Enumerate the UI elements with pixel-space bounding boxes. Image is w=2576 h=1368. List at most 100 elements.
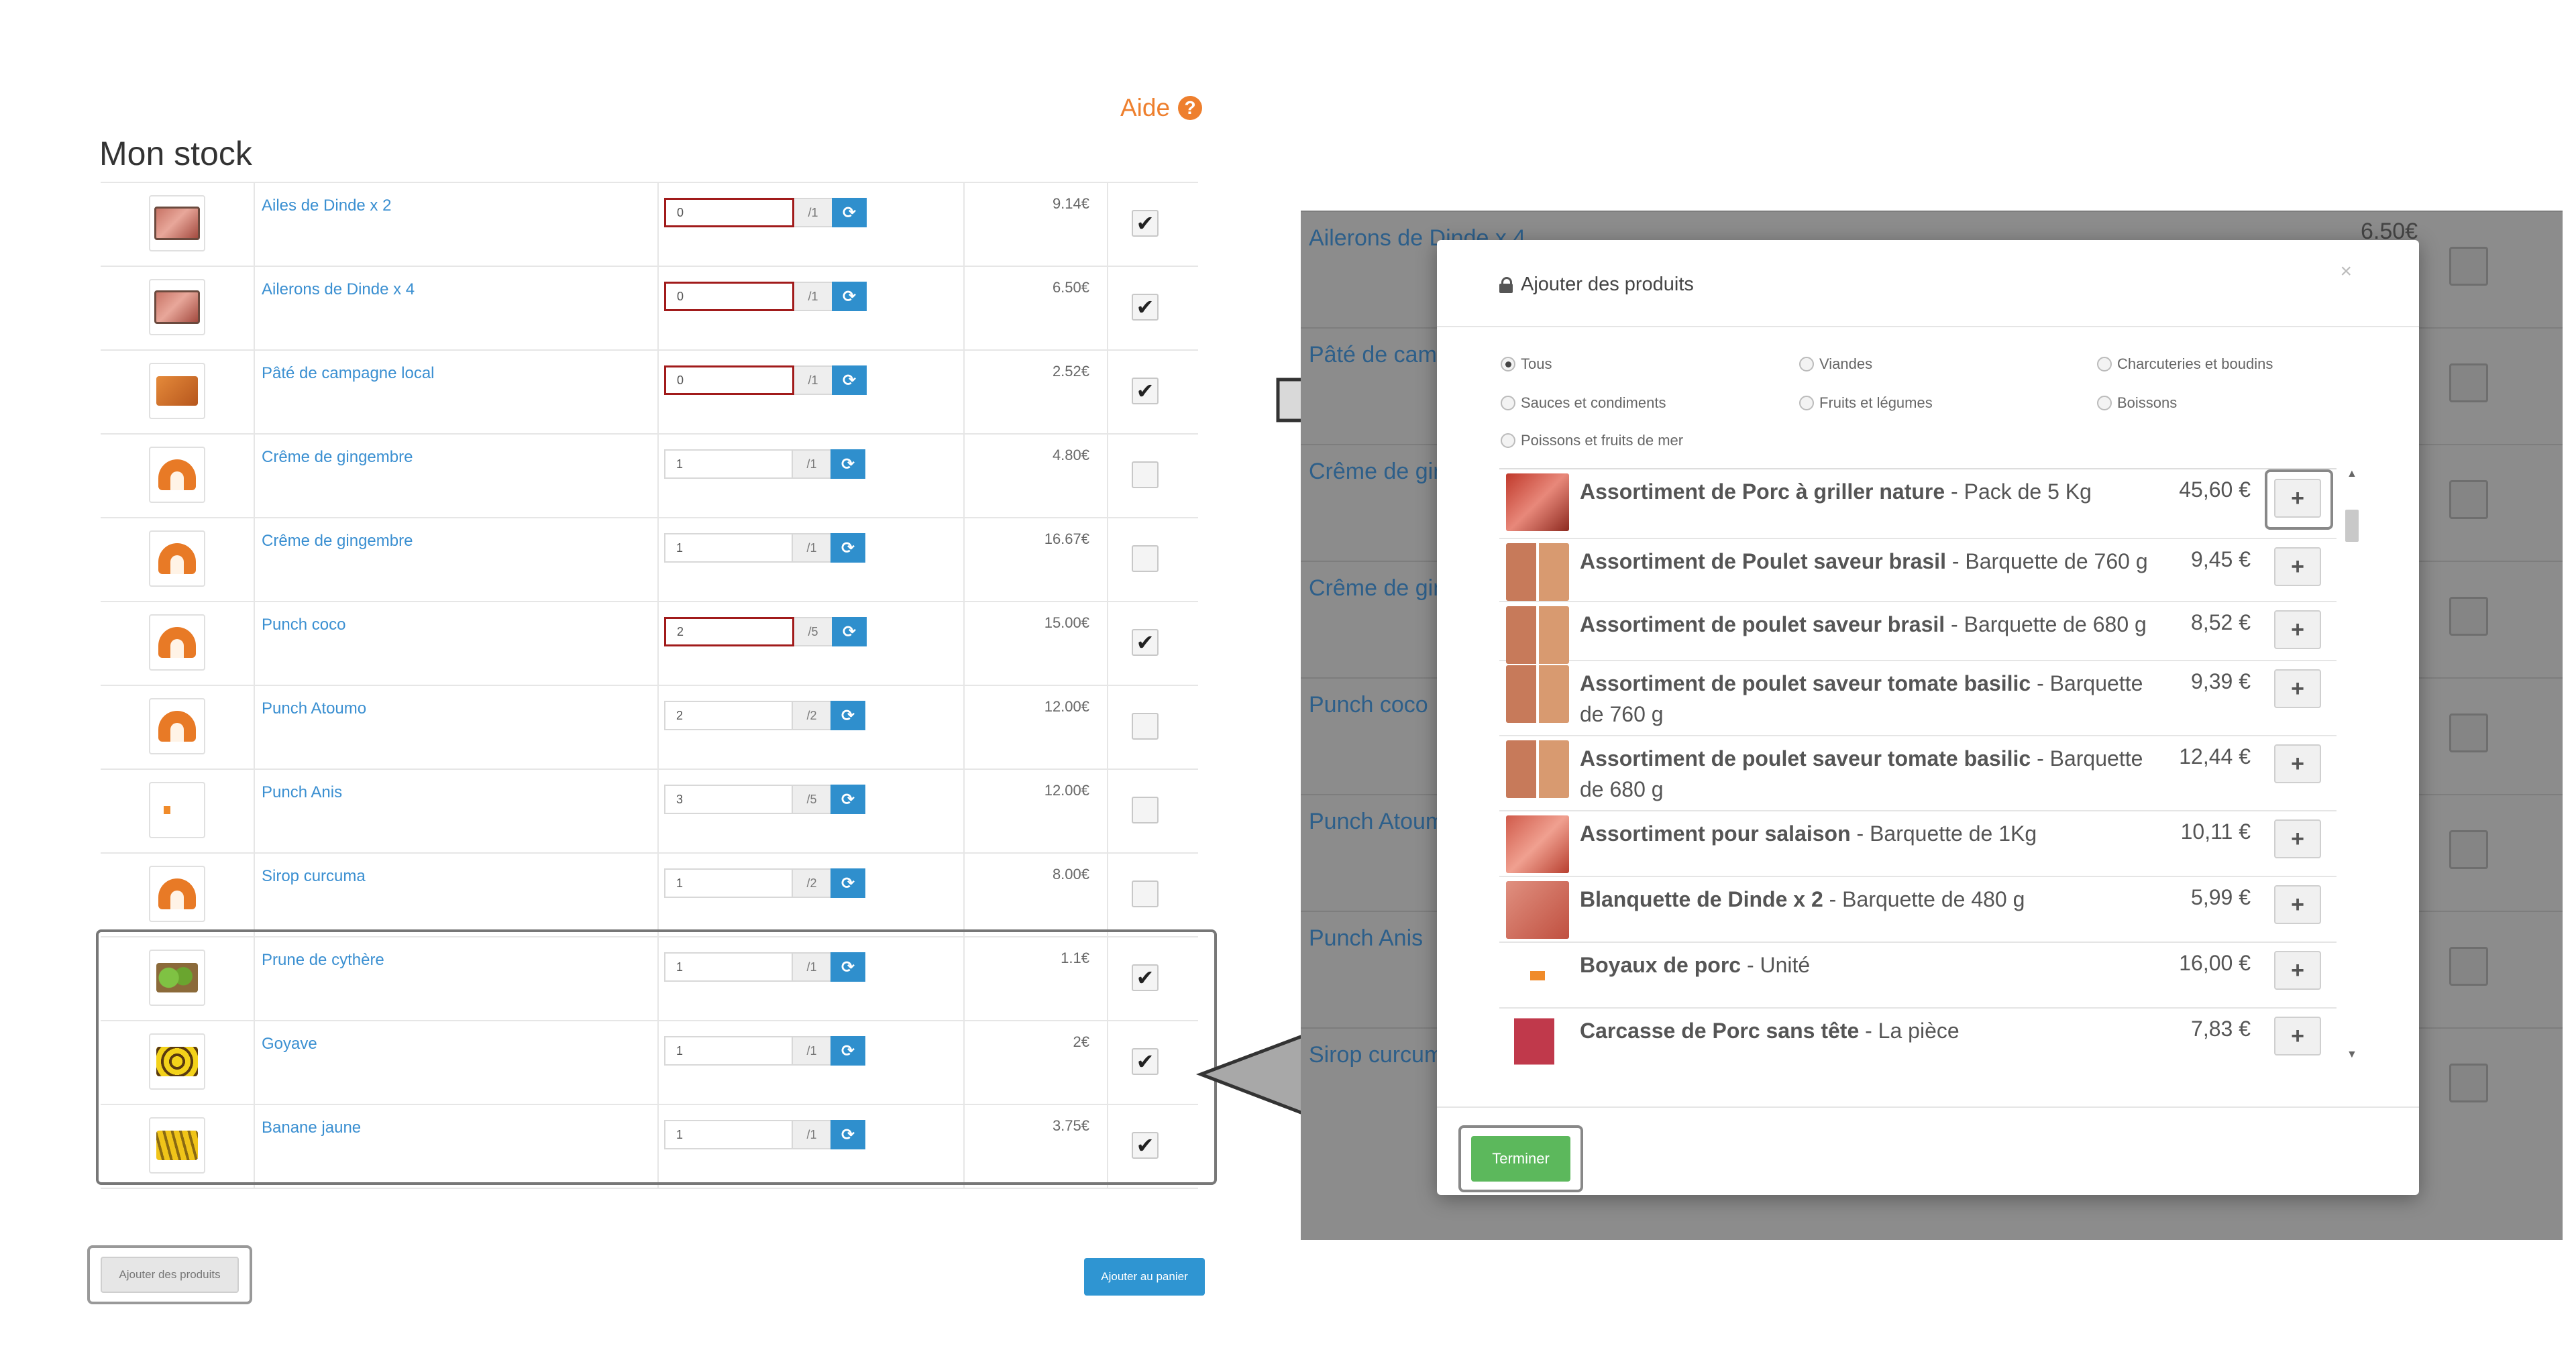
radio-icon[interactable] (1799, 357, 1814, 372)
product-title: Assortiment pour salaison (1580, 821, 1851, 846)
modal-footer-divider (1437, 1106, 2419, 1108)
product-description: Blanquette de Dinde x 2 - Barquette de 4… (1580, 884, 2170, 915)
add-products-modal: Ajouter des produits × Tous Viandes Char… (1437, 240, 2419, 1195)
product-list-item: Assortiment de Poulet saveur brasil - Ba… (1499, 539, 2337, 602)
add-product-button[interactable]: + (2274, 885, 2321, 924)
background-checkbox (2449, 597, 2488, 636)
scroll-down-icon[interactable]: ▼ (2347, 1049, 2357, 1061)
add-product-button[interactable]: + (2274, 819, 2321, 858)
background-checkbox (2449, 830, 2488, 869)
product-detail: - Barquette de 680 g (1945, 612, 2147, 636)
background-product-name: Sirop curcuma (1309, 1042, 1456, 1068)
product-title: Boyaux de porc (1580, 953, 1741, 977)
radio-icon[interactable] (1501, 433, 1515, 448)
product-detail: - Barquette de 480 g (1823, 887, 2025, 911)
filter-label: Charcuteries et boudins (2117, 355, 2273, 372)
product-image (1506, 881, 1569, 939)
filter-label: Tous (1521, 355, 1552, 372)
product-image (1506, 665, 1569, 723)
add-product-button[interactable]: + (2274, 479, 2321, 518)
product-image (1506, 543, 1569, 601)
add-product-button[interactable]: + (2274, 951, 2321, 990)
product-title: Assortiment de poulet saveur tomate basi… (1580, 746, 2031, 771)
product-list-item: Carcasse de Porc sans tête - La pièce 7,… (1499, 1009, 2337, 1065)
filter-label: Viandes (1819, 355, 1873, 372)
product-title: Blanquette de Dinde x 2 (1580, 887, 1823, 911)
scroll-thumb[interactable] (2345, 510, 2359, 542)
filter-radio-option[interactable]: Boissons (2097, 394, 2177, 412)
radio-icon[interactable] (2097, 357, 2112, 372)
add-product-button[interactable]: + (2274, 610, 2321, 649)
product-list-item: Assortiment pour salaison - Barquette de… (1499, 811, 2337, 877)
filter-radio-option[interactable]: Fruits et légumes (1799, 394, 1933, 412)
product-price: 12,44 € (2179, 744, 2251, 768)
product-description: Assortiment de Poulet saveur brasil - Ba… (1580, 546, 2170, 577)
background-product-name: Punch Atoumo (1309, 809, 1458, 834)
product-description: Assortiment pour salaison - Barquette de… (1580, 818, 2170, 849)
filter-radio-option[interactable]: Viandes (1799, 355, 1872, 373)
filter-label: Poissons et fruits de mer (1521, 432, 1684, 449)
product-description: Assortiment de poulet saveur tomate basi… (1580, 668, 2170, 730)
filter-radio-option[interactable]: Tous (1501, 355, 1552, 373)
radio-icon[interactable] (1501, 357, 1515, 372)
product-title: Assortiment de Poulet saveur brasil (1580, 549, 1946, 573)
filter-radio-option[interactable]: Charcuteries et boudins (2097, 355, 2273, 373)
product-description: Assortiment de poulet saveur brasil - Ba… (1580, 609, 2170, 640)
product-list-item: Assortiment de Porc à griller nature - P… (1499, 469, 2337, 539)
filter-label: Sauces et condiments (1521, 394, 1666, 411)
background-checkbox (2449, 1064, 2488, 1102)
product-title: Assortiment de poulet saveur brasil (1580, 612, 1945, 636)
product-detail: - Barquette de 760 g (1945, 549, 2148, 573)
done-button-highlight: Terminer (1458, 1125, 1583, 1192)
product-list-item: Assortiment de poulet saveur tomate basi… (1499, 661, 2337, 736)
product-list-scrollbar[interactable]: ▲ ▼ (2343, 468, 2361, 1064)
product-title: Carcasse de Porc sans tête (1580, 1019, 1860, 1043)
product-list: Assortiment de Porc à griller nature - P… (1499, 468, 2337, 1065)
lock-icon (1499, 276, 1513, 293)
scroll-up-icon[interactable]: ▲ (2347, 468, 2357, 480)
product-title: Assortiment de Porc à griller nature (1580, 479, 1945, 504)
product-title: Assortiment de poulet saveur tomate basi… (1580, 671, 2031, 695)
product-detail: - Barquette de 1Kg (1850, 821, 2037, 846)
background-checkbox (2449, 363, 2488, 402)
product-image (1514, 1013, 1554, 1065)
radio-icon[interactable] (1501, 396, 1515, 410)
product-image (1506, 947, 1569, 1005)
filter-radio-option[interactable]: Poissons et fruits de mer (1501, 432, 1683, 449)
product-image (1506, 473, 1569, 531)
radio-icon[interactable] (2097, 396, 2112, 410)
product-price: 10,11 € (2180, 819, 2251, 844)
add-product-button[interactable]: + (2274, 547, 2321, 586)
radio-icon[interactable] (1799, 396, 1814, 410)
close-icon[interactable]: × (2340, 260, 2352, 283)
background-checkbox (2449, 714, 2488, 752)
add-product-button[interactable]: + (2274, 744, 2321, 783)
background-product-name: Punch Anis (1309, 925, 1424, 951)
product-price: 16,00 € (2179, 951, 2251, 975)
product-image (1506, 815, 1569, 873)
background-checkbox (2449, 480, 2488, 519)
background-checkbox (2449, 247, 2488, 286)
product-description: Assortiment de Porc à griller nature - P… (1580, 476, 2170, 507)
product-price: 9,39 € (2191, 669, 2251, 693)
done-button[interactable]: Terminer (1471, 1136, 1570, 1182)
filter-radio-option[interactable]: Sauces et condiments (1501, 394, 1666, 412)
product-list-item: Boyaux de porc - Unité 16,00 € + (1499, 943, 2337, 1009)
modal-header-divider (1437, 326, 2419, 327)
product-image (1506, 740, 1569, 798)
product-price: 7,83 € (2191, 1017, 2251, 1041)
product-price: 8,52 € (2191, 610, 2251, 634)
background-product-name: Punch coco (1309, 692, 1428, 718)
product-list-item: Assortiment de poulet saveur tomate basi… (1499, 736, 2337, 811)
add-product-button[interactable]: + (2274, 1017, 2321, 1056)
filter-label: Boissons (2117, 394, 2178, 411)
product-description: Carcasse de Porc sans tête - La pièce (1580, 1015, 2170, 1046)
product-list-item: Blanquette de Dinde x 2 - Barquette de 4… (1499, 877, 2337, 943)
product-description: Boyaux de porc - Unité (1580, 950, 2170, 980)
product-price: 9,45 € (2191, 547, 2251, 571)
product-price: 45,60 € (2179, 477, 2251, 502)
product-list-item: Assortiment de poulet saveur brasil - Ba… (1499, 602, 2337, 664)
product-image (1506, 606, 1569, 664)
add-product-button[interactable]: + (2274, 669, 2321, 708)
modal-title: Ajouter des produits (1499, 274, 1694, 296)
